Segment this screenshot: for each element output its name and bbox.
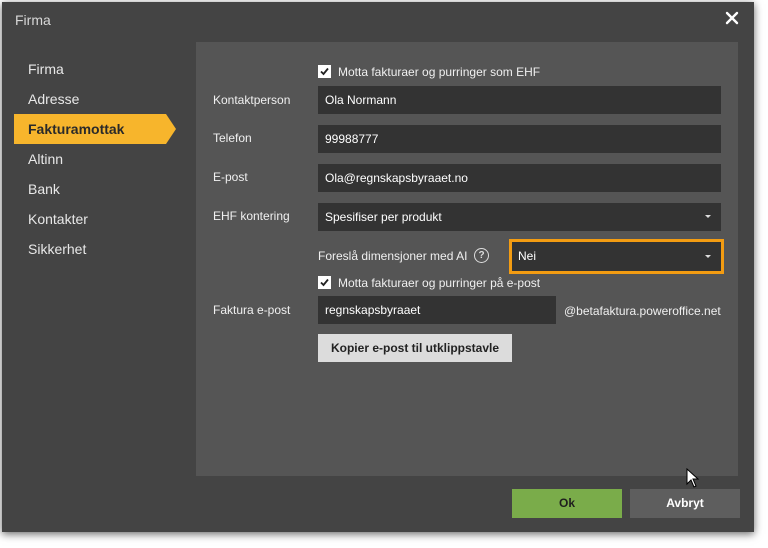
- content-panel: Motta fakturaer og purringer som EHF Kon…: [196, 42, 738, 476]
- cancel-button[interactable]: Avbryt: [630, 489, 740, 518]
- contact-person-label: Kontaktperson: [213, 93, 291, 107]
- sidebar-item-firma[interactable]: Firma: [14, 54, 166, 84]
- sidebar-item-adresse[interactable]: Adresse: [14, 84, 166, 114]
- checkmark-icon: [320, 67, 329, 76]
- copy-email-button[interactable]: Kopier e-post til utklippstavle: [318, 334, 512, 362]
- sidebar-item-kontakter[interactable]: Kontakter: [14, 204, 166, 234]
- dialog-title: Firma: [15, 12, 51, 28]
- ehf-checkbox-label: Motta fakturaer og purringer som EHF: [338, 65, 541, 79]
- ai-dimensions-value: Nei: [518, 249, 537, 263]
- checkmark-icon: [320, 278, 329, 287]
- contact-person-input[interactable]: Ola Normann: [318, 86, 721, 114]
- help-icon[interactable]: ?: [474, 248, 489, 263]
- email-input[interactable]: Ola@regnskapsbyraaet.no: [318, 164, 721, 192]
- sidebar-item-altinn[interactable]: Altinn: [14, 144, 166, 174]
- ai-dimensions-select[interactable]: Nei: [509, 239, 724, 274]
- phone-input[interactable]: 99988777: [318, 125, 721, 153]
- ehf-posting-label: EHF kontering: [213, 209, 290, 223]
- mouse-pointer-icon: [686, 468, 700, 488]
- sidebar-item-bank[interactable]: Bank: [14, 174, 166, 204]
- chevron-down-icon: [705, 255, 711, 258]
- phone-label: Telefon: [213, 131, 252, 145]
- ehf-posting-value: Spesifiser per produkt: [325, 210, 442, 224]
- ehf-posting-select[interactable]: Spesifiser per produkt: [318, 203, 721, 231]
- ehf-checkbox[interactable]: [318, 65, 331, 78]
- firma-dialog: Firma Firma Adresse Fakturamottak Altinn…: [2, 2, 754, 532]
- email-checkbox-label: Motta fakturaer og purringer på e-post: [338, 276, 541, 290]
- email-checkbox[interactable]: [318, 276, 331, 289]
- invoice-email-domain: @betafaktura.poweroffice.net: [564, 304, 721, 318]
- close-icon[interactable]: [724, 10, 740, 26]
- chevron-down-icon: [705, 215, 711, 218]
- invoice-email-label: Faktura e-post: [213, 303, 291, 317]
- sidebar-item-sikkerhet[interactable]: Sikkerhet: [14, 234, 166, 264]
- ai-dimensions-label: Foreslå dimensjoner med AI: [318, 249, 468, 263]
- ok-button[interactable]: Ok: [512, 489, 622, 518]
- invoice-email-input[interactable]: regnskapsbyraaet: [318, 296, 556, 324]
- sidebar-item-fakturamottak[interactable]: Fakturamottak: [14, 114, 176, 144]
- email-label: E-post: [213, 170, 248, 184]
